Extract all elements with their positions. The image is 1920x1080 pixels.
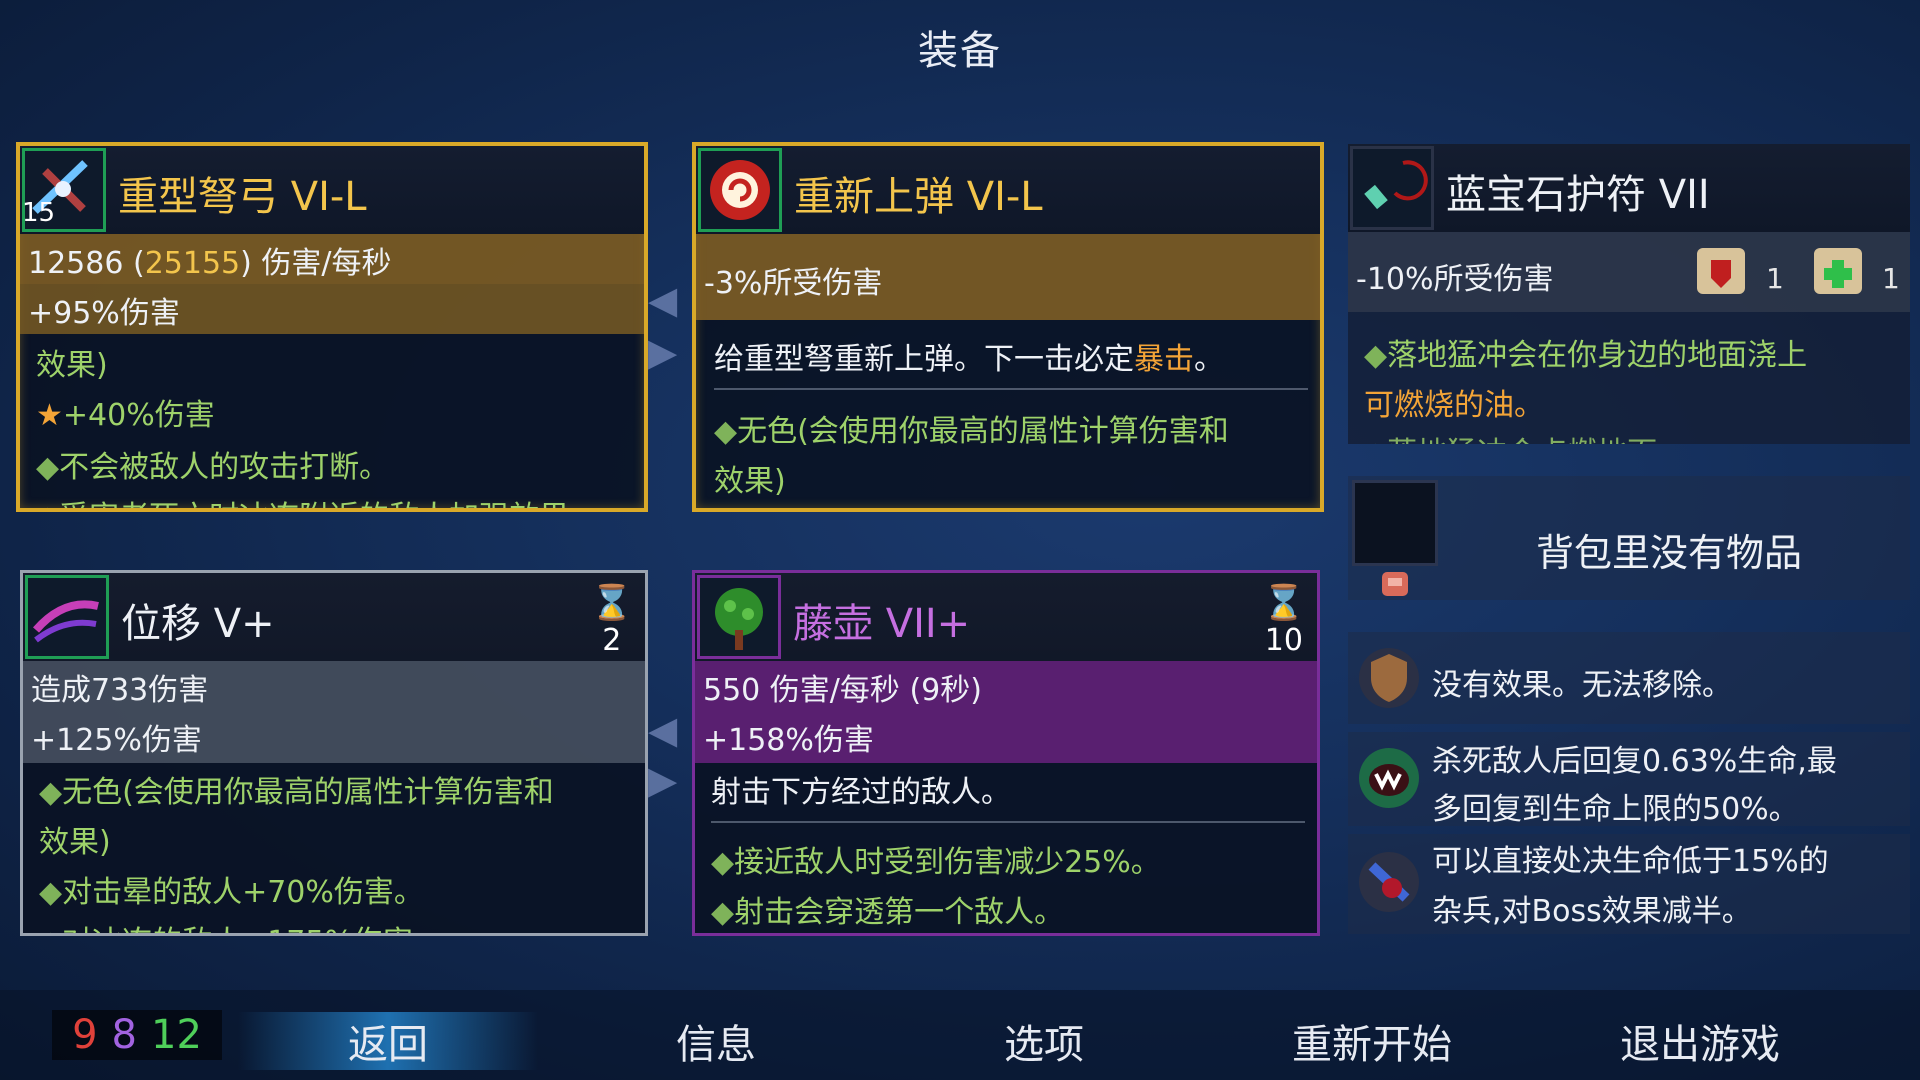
survival-stat: 12 <box>151 1012 202 1058</box>
amulet-icon <box>1350 146 1434 230</box>
swap-left-arrow-icon: ◀ <box>648 708 678 752</box>
mutation-description: 杀死敌人后回复0.63%生命,最 <box>1432 744 1837 779</box>
diamond-bullet-icon: ◆ <box>39 925 62 933</box>
effect-line: ◆无色(会使用你最高的属性计算伤害和 <box>714 414 1229 449</box>
info-button[interactable]: 信息 <box>676 1012 756 1070</box>
diamond-bullet-icon: ◆ <box>36 500 59 508</box>
diamond-bullet-icon: ◆ <box>39 875 63 910</box>
effect-line: ◆射击会穿透第一个敌人。 <box>711 895 1065 930</box>
star-bonus-line: ★+40%伤害 <box>36 398 215 433</box>
vine-pot-icon <box>697 575 781 659</box>
backpack-empty-label: 背包里没有物品 <box>1536 531 1803 575</box>
star-icon: ★ <box>36 398 63 433</box>
quit-button[interactable]: 退出游戏 <box>1620 1012 1780 1070</box>
damage-bonus: +158%伤害 <box>703 723 874 758</box>
options-button[interactable]: 选项 <box>1004 1012 1084 1070</box>
effect-line: ◆不会被敌人的攻击打断。 <box>36 450 390 485</box>
effect-line: 效果) <box>36 348 108 383</box>
diamond-bullet-icon: ◆ <box>711 845 735 880</box>
mutation-slot[interactable]: 可以直接处决生命低于15%的 杂兵,对Boss效果减半。 <box>1348 834 1910 934</box>
effect-line: 效果) <box>714 464 786 499</box>
diamond-bullet-icon: ◆ <box>36 450 60 485</box>
effect-line: ◆对击晕的敌人+70%伤害。 <box>39 875 424 910</box>
defense-stat: -3%所受伤害 <box>704 266 883 301</box>
scroll-count: 1 <box>1766 262 1784 295</box>
skill-description: 给重型弩重新上弹。下一击必定暴击。 <box>714 342 1224 377</box>
mutation-description: 多回复到生命上限的50%。 <box>1432 792 1799 827</box>
skill-title: 藤壶 VII+ <box>793 601 971 647</box>
tactics-stat: 8 <box>111 1012 137 1058</box>
dps-line: 12586 (25155) 伤害/每秒 <box>28 246 392 281</box>
scroll-brutality-icon <box>1693 242 1749 300</box>
brutality-stat: 9 <box>72 1012 98 1058</box>
stat-counters: 9 8 12 <box>52 1010 222 1060</box>
effect-line: ◆受害者死亡时冰冻附近的敌人加强效果 <box>36 492 569 508</box>
vampire-mutation-icon <box>1354 742 1424 814</box>
skill-title: 重新上弹 VI-L <box>794 174 1043 220</box>
damage-bonus: +125%伤害 <box>31 723 202 758</box>
dash-icon <box>25 575 109 659</box>
swap-right-arrow-icon: ▶ <box>648 758 678 802</box>
damage-bonus: +95%伤害 <box>28 296 180 331</box>
dps-line: 550 伤害/每秒 (9秒) <box>703 673 982 708</box>
effect-line: 可燃烧的油。 <box>1364 388 1544 423</box>
damage-line: 造成733伤害 <box>31 673 209 708</box>
amulet-title: 蓝宝石护符 VII <box>1446 172 1710 218</box>
page-title: 装备 <box>918 28 1002 74</box>
weapon-card-crossbow[interactable]: 15 重型弩弓 VI-L 12586 (25155) 伤害/每秒 +95%伤害 … <box>16 142 648 512</box>
effect-line: ◆对冰冻的敌人+175%伤害 <box>39 917 413 933</box>
skill-card-reload[interactable]: 重新上弹 VI-L -3%所受伤害 给重型弩重新上弹。下一击必定暴击。 ◆无色(… <box>692 142 1324 512</box>
weapon-title: 重型弩弓 VI-L <box>118 174 367 220</box>
mutation-slot[interactable]: 没有效果。无法移除。 <box>1348 632 1910 724</box>
item-level-badge: 15 <box>22 198 56 228</box>
swap-left-arrow-icon: ◀ <box>648 278 678 322</box>
scroll-count: 1 <box>1882 262 1900 295</box>
diamond-bullet-icon: ◆ <box>711 895 735 930</box>
execute-mutation-icon <box>1354 846 1424 918</box>
swap-right-arrow-icon: ▶ <box>648 330 678 374</box>
cooldown-indicator: ⌛ 10 <box>1262 583 1305 658</box>
effect-line: ◆落地猛冲会在你身边的地面浇上 <box>1364 338 1808 373</box>
effect-line: 效果) <box>39 825 111 860</box>
skill-title: 位移 V+ <box>121 601 275 647</box>
backpack-icon <box>1378 568 1412 598</box>
hourglass-icon: ⌛ <box>1262 583 1305 623</box>
diamond-bullet-icon: ◆ <box>714 414 738 449</box>
skill-card-dash[interactable]: 位移 V+ ⌛ 2 造成733伤害 +125%伤害 ◆无色(会使用你最高的属性计… <box>20 570 648 936</box>
scroll-survival-icon <box>1810 242 1866 300</box>
effect-line: ◆接近敌人时受到伤害减少25%。 <box>711 845 1161 880</box>
restart-button[interactable]: 重新开始 <box>1292 1012 1452 1070</box>
diamond-bullet-icon: ◆ <box>39 775 63 810</box>
mutation-description: 可以直接处决生命低于15%的 <box>1432 844 1829 879</box>
backpack-slot[interactable] <box>1352 480 1438 566</box>
mutation-description: 没有效果。无法移除。 <box>1432 668 1732 703</box>
skill-card-vine[interactable]: 藤壶 VII+ ⌛ 10 550 伤害/每秒 (9秒) +158%伤害 射击下方… <box>692 570 1320 936</box>
hourglass-icon: ⌛ <box>590 583 633 623</box>
amulet-card[interactable]: 蓝宝石护符 VII -10%所受伤害 1 1 ◆落地猛冲会在你身边的地面浇上 可… <box>1348 144 1910 444</box>
reload-icon <box>698 148 782 232</box>
mutation-slot[interactable]: 杀死敌人后回复0.63%生命,最 多回复到生命上限的50%。 <box>1348 732 1910 827</box>
effect-line: ◆无色(会使用你最高的属性计算伤害和 <box>39 775 554 810</box>
diamond-bullet-icon: ◆ <box>1364 338 1388 373</box>
backpack-panel[interactable]: 背包里没有物品 <box>1348 476 1910 600</box>
shield-mutation-icon <box>1354 642 1424 714</box>
skill-description: 射击下方经过的敌人。 <box>711 775 1011 810</box>
back-button[interactable]: 返回 <box>238 1012 538 1070</box>
diamond-bullet-icon: ◆ <box>1364 436 1387 444</box>
mutation-description: 杂兵,对Boss效果减半。 <box>1432 894 1752 929</box>
cooldown-indicator: ⌛ 2 <box>590 583 633 658</box>
effect-line: ◆落地猛冲会点燃地面 <box>1364 428 1657 444</box>
defense-stat: -10%所受伤害 <box>1356 262 1554 297</box>
